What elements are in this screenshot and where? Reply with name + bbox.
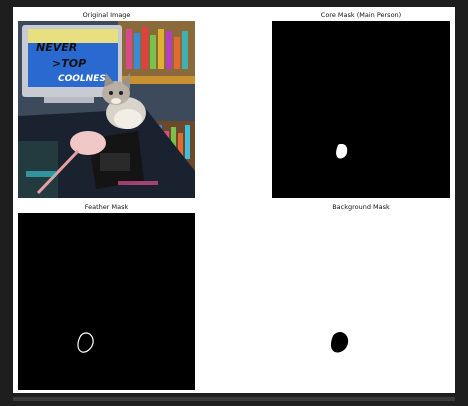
feather-mask-image <box>18 213 195 390</box>
panel-title-original: Original Image <box>82 11 131 19</box>
feather-mask-panel <box>18 213 195 390</box>
scrollbar-thumb[interactable] <box>13 397 455 401</box>
panel-title-background-mask: Background Mask <box>332 203 390 211</box>
panel-title-feather-mask: Feather Mask <box>84 203 129 211</box>
background-mask-panel <box>272 213 450 390</box>
core-mask-panel <box>272 21 450 198</box>
original-image-panel: NEVER >TOP COOLNES <box>18 21 195 198</box>
photo-text-coolnes: COOLNES <box>58 74 106 84</box>
panel-title-core-mask: Core Mask (Main Person) <box>320 11 402 19</box>
horizontal-scrollbar[interactable] <box>13 397 455 401</box>
core-mask-image <box>272 21 450 198</box>
original-photo: NEVER >TOP COOLNES <box>18 21 195 198</box>
photo-text-never: NEVER <box>36 41 77 54</box>
photo-text-top: >TOP <box>52 57 86 70</box>
background-mask-image <box>272 213 450 390</box>
